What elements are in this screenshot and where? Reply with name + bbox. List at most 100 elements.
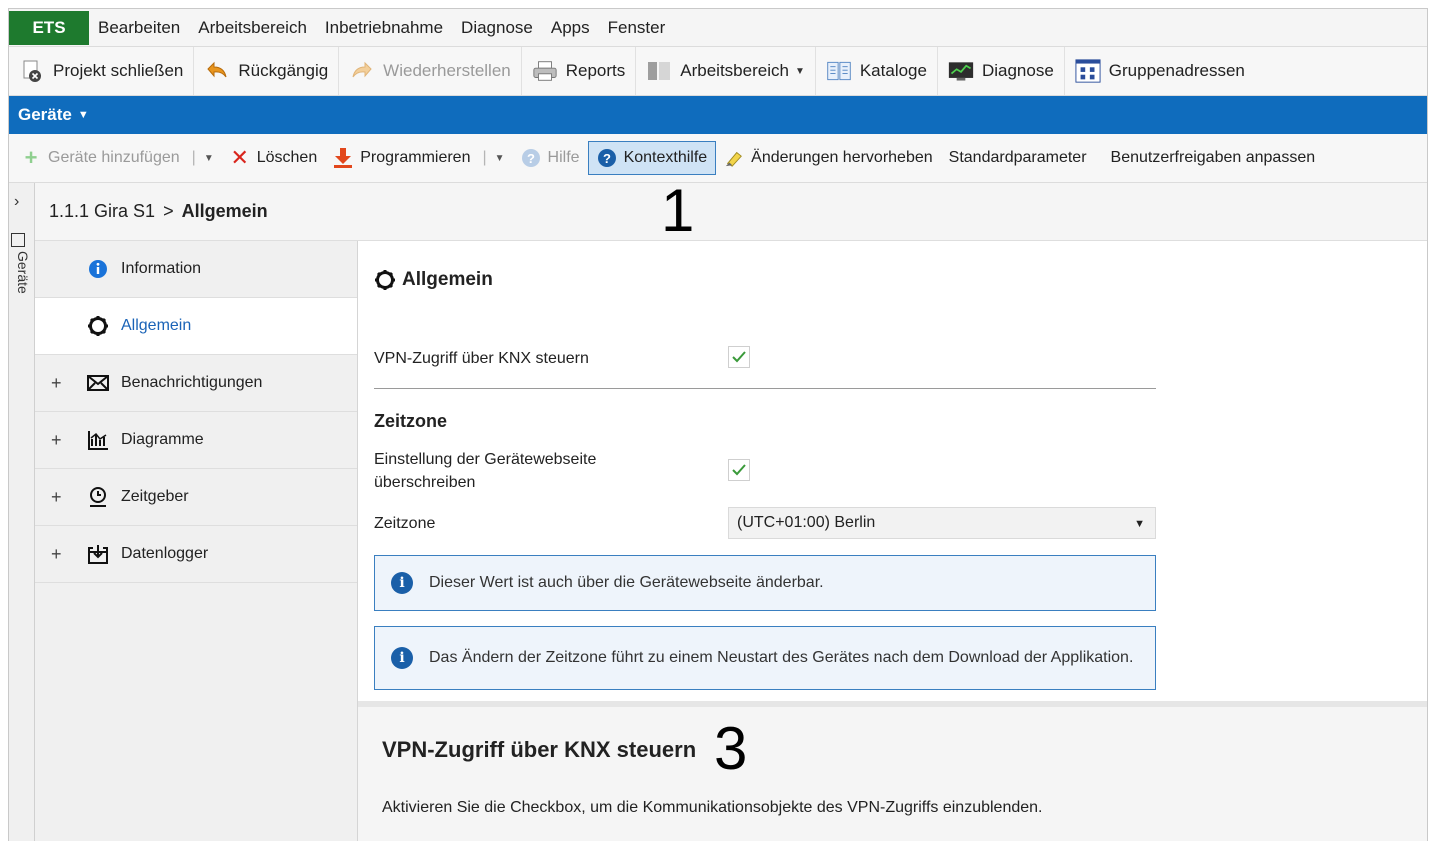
chevron-down-icon: ▼ [77,109,89,121]
workspace-button[interactable]: Arbeitsbereich ▼ [636,47,816,95]
chevron-down-icon: ▼ [1134,518,1145,530]
breadcrumb-device[interactable]: 1.1.1 Gira S1 [49,201,155,222]
chevron-down-icon[interactable]: ▼ [204,153,214,164]
expand-icon[interactable]: + [51,544,62,565]
plus-icon: + [24,145,38,170]
catalog-icon [826,58,852,84]
delete-label: Löschen [256,149,318,166]
nav-item-label: Zeitgeber [121,488,189,505]
vpn-checkbox[interactable] [728,346,750,368]
printer-icon [532,58,558,84]
timer-icon [87,486,109,508]
gear-icon [87,315,109,337]
section-title-text: Allgemein [402,269,493,290]
breadcrumb-page: Allgemein [181,201,268,221]
highlight-changes-button[interactable]: Änderungen hervorheben [716,141,940,175]
expand-icon[interactable]: + [51,487,62,508]
menu-inbetriebnahme[interactable]: Inbetriebnahme [316,18,452,38]
checkmark-icon [732,351,746,363]
diagnostics-label: Diagnose [981,61,1054,80]
diagnostics-button[interactable]: Diagnose [938,47,1065,95]
info-icon [87,258,109,280]
timezone-heading: Zeitzone [374,411,448,431]
devices-toolbar: + Geräte hinzufügen | ▼ ✕ Löschen Progra… [9,134,1427,183]
user-rights-label: Benutzerfreigaben anpassen [1110,149,1316,166]
gear-icon [374,269,396,291]
separator: | [482,149,487,166]
close-project-label: Projekt schließen [53,61,184,80]
undo-button[interactable]: Rückgängig [194,47,340,95]
info-text: Dieser Wert ist auch über die Gerätewebs… [429,574,824,591]
program-button[interactable]: Programmieren [325,141,478,175]
redo-button[interactable]: Wiederherstellen [339,47,522,95]
logger-icon [87,543,109,565]
group-addresses-button[interactable]: Gruppenadressen [1065,47,1255,95]
timezone-select[interactable]: (UTC+01:00) Berlin ▼ [728,507,1156,539]
timezone-label: Zeitzone [374,515,436,532]
nav-item-label: Benachrichtigungen [121,374,263,391]
undo-icon [204,58,230,84]
section-title: Allgemein [374,269,493,291]
separator: | [191,149,196,166]
envelope-icon [87,372,109,394]
nav-item-benachrichtigungen[interactable]: + Benachrichtigungen [35,355,357,412]
timezone-value: (UTC+01:00) Berlin [737,514,876,531]
panel-icon [11,233,25,247]
nav-item-information[interactable]: Information [35,241,357,298]
parameter-nav: Information Allgemein + Benachrichtigung… [35,241,358,841]
group-addresses-icon [1075,58,1101,84]
nav-item-zeitgeber[interactable]: + Zeitgeber [35,469,357,526]
breadcrumb: 1.1.1 Gira S1 > Allgemein [35,183,1427,241]
expand-icon[interactable]: + [51,373,62,394]
ets-app-button[interactable]: ETS [9,10,89,45]
add-devices-label: Geräte hinzufügen [48,149,180,166]
devices-panel-header[interactable]: Geräte ▼ [9,96,1427,134]
annotation-number-1: 1 [661,177,695,244]
default-params-button[interactable]: Standardparameter [941,141,1095,175]
nav-item-diagramme[interactable]: + Diagramme [35,412,357,469]
group-addresses-label: Gruppenadressen [1108,61,1245,80]
download-icon [333,148,353,168]
catalogs-button[interactable]: Kataloge [816,47,938,95]
context-help-button[interactable]: ? Kontexthilfe [587,141,717,175]
program-label: Programmieren [360,149,471,166]
default-params-label: Standardparameter [948,149,1087,166]
reports-button[interactable]: Reports [522,47,637,95]
parameter-content: Allgemein VPN-Zugriff über KNX steuern Z… [358,241,1427,701]
override-label-line1: Einstellung der Gerätewebseite [374,451,597,468]
chevron-right-icon[interactable]: › [14,193,19,211]
sidebar-label[interactable]: Geräte [11,251,31,294]
help-icon: ? [521,148,541,168]
chart-icon [87,429,109,451]
workspace-icon [646,58,672,84]
menu-bearbeiten[interactable]: Bearbeiten [89,18,189,38]
devices-panel-title: Geräte [18,105,72,124]
close-project-button[interactable]: Projekt schließen [9,47,195,95]
info-box-webpage: i Dieser Wert ist auch über die Gerätewe… [374,555,1156,611]
highlight-changes-label: Änderungen hervorheben [751,149,933,166]
ets-window: ETS Bearbeiten Arbeitsbereich Inbetriebn… [8,8,1428,841]
workspace-label: Arbeitsbereich [680,61,789,80]
expand-icon[interactable]: + [51,430,62,451]
divider [374,388,1156,389]
override-checkbox[interactable] [728,459,750,481]
annotation-number-3: 3 [714,715,748,782]
info-icon: i [391,647,413,669]
add-devices-button[interactable]: + Geräte hinzufügen [13,141,188,175]
context-help-panel: VPN-Zugriff über KNX steuern 3 Aktiviere… [358,701,1427,841]
chevron-down-icon[interactable]: ▼ [495,153,505,164]
nav-item-datenlogger[interactable]: + Datenlogger [35,526,357,583]
menu-apps[interactable]: Apps [542,18,599,38]
menu-diagnose[interactable]: Diagnose [452,18,542,38]
nav-item-label: Information [121,260,202,277]
user-rights-button[interactable]: Benutzerfreigaben anpassen [1103,141,1324,175]
collapsed-sidebar[interactable]: › Geräte [9,183,35,841]
delete-button[interactable]: ✕ Löschen [222,141,326,175]
help-button[interactable]: ? Hilfe [513,141,588,175]
context-help-icon: ? [597,148,617,168]
menu-fenster[interactable]: Fenster [599,18,675,38]
menu-arbeitsbereich[interactable]: Arbeitsbereich [189,18,316,38]
nav-item-label: Datenlogger [121,545,209,562]
help-label: Hilfe [547,149,580,166]
nav-item-allgemein[interactable]: Allgemein [35,298,357,355]
